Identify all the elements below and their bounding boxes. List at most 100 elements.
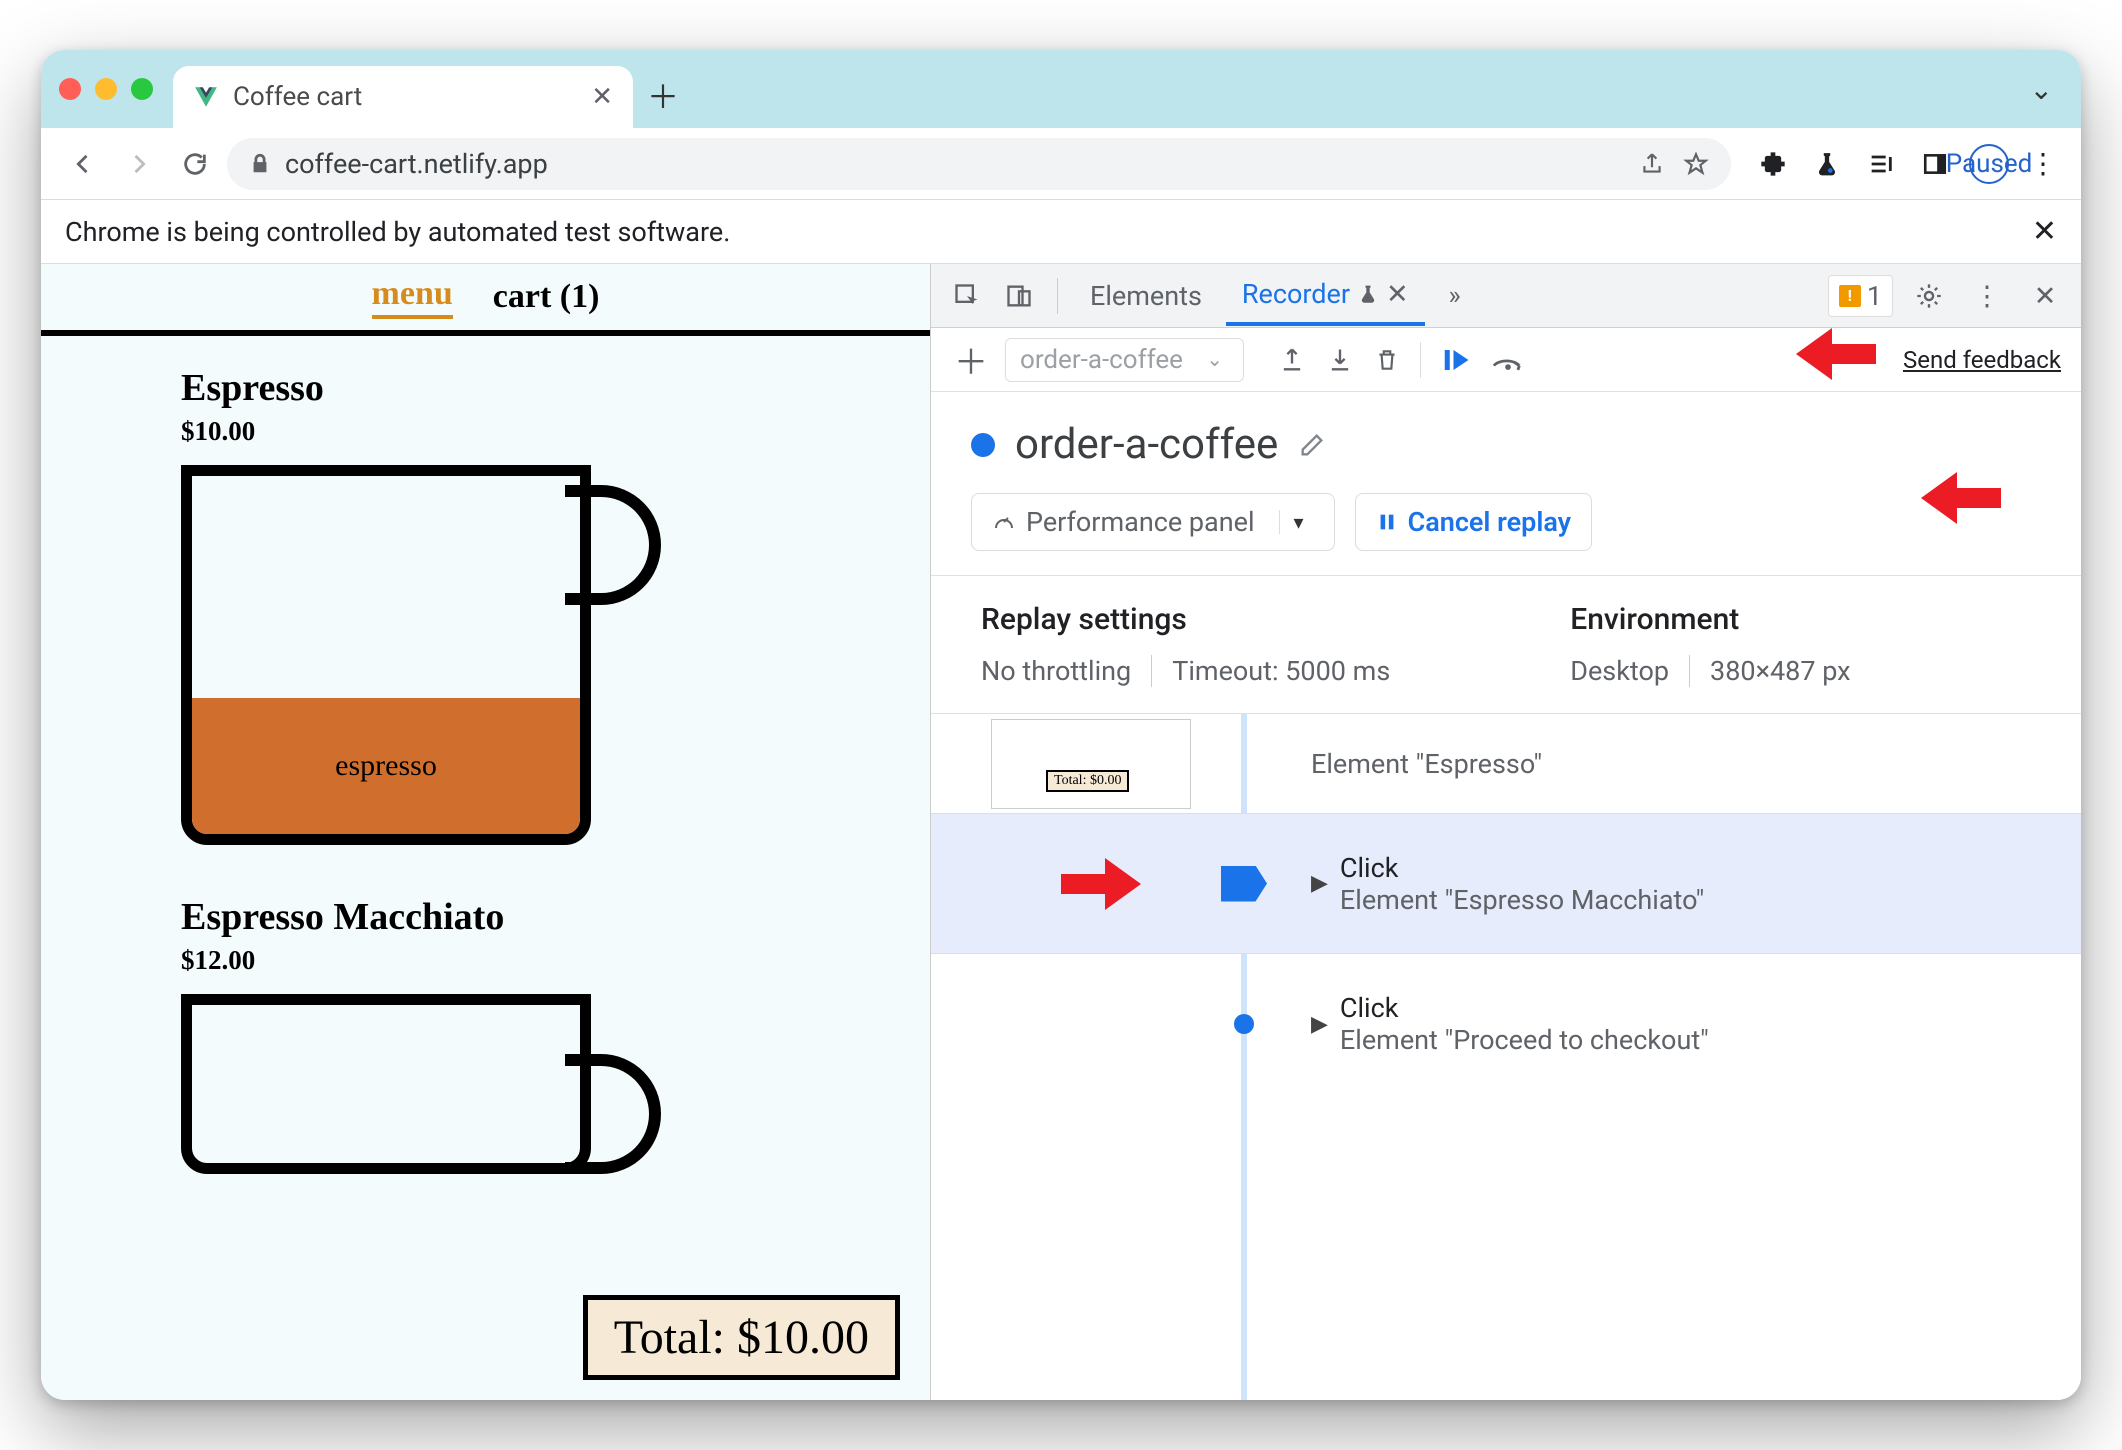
device-toggle-icon[interactable] bbox=[997, 274, 1041, 318]
close-panel-icon[interactable]: ✕ bbox=[1386, 278, 1409, 310]
product-price: $10.00 bbox=[181, 416, 930, 447]
export-icon[interactable] bbox=[1278, 346, 1306, 374]
toolbar-icons: Paused ⋮ bbox=[1753, 144, 2063, 184]
kebab-menu-icon[interactable]: ⋮ bbox=[1965, 274, 2009, 318]
share-icon[interactable] bbox=[1639, 151, 1665, 177]
coffee-cup-icon[interactable]: espresso bbox=[181, 465, 611, 855]
reading-list-icon[interactable] bbox=[1861, 144, 1901, 184]
step-row[interactable]: ▶ Click Element "Espresso Macchiato" bbox=[931, 814, 2081, 954]
delete-icon[interactable] bbox=[1374, 346, 1400, 374]
product-price: $12.00 bbox=[181, 945, 930, 976]
tab-title: Coffee cart bbox=[233, 82, 577, 112]
expand-icon[interactable]: ▶ bbox=[1311, 871, 1328, 896]
viewport-value[interactable]: 380×487 px bbox=[1710, 655, 1851, 687]
extensions-icon[interactable] bbox=[1753, 144, 1793, 184]
settings-gear-icon[interactable] bbox=[1907, 274, 1951, 318]
traffic-lights bbox=[59, 78, 153, 100]
omnibox[interactable]: coffee-cart.netlify.app bbox=[227, 138, 1731, 190]
recording-indicator-icon bbox=[971, 433, 995, 457]
url-text: coffee-cart.netlify.app bbox=[285, 148, 548, 180]
expand-icon[interactable]: ▶ bbox=[1311, 1012, 1328, 1037]
lock-icon bbox=[249, 153, 271, 175]
recorder-toolbar: ＋ order-a-coffee ⌄ Send feedback bbox=[931, 328, 2081, 392]
inspect-icon[interactable] bbox=[945, 274, 989, 318]
paused-label: Paused bbox=[1946, 149, 2033, 179]
product-item: Espresso $10.00 espresso bbox=[41, 336, 930, 855]
chevron-down-icon: ⌄ bbox=[1206, 347, 1223, 371]
send-feedback-link[interactable]: Send feedback bbox=[1903, 346, 2061, 374]
step-marker-icon bbox=[1234, 1014, 1254, 1034]
address-bar: coffee-cart.netlify.app Paused ⋮ bbox=[41, 128, 2081, 200]
annotation-arrow-icon bbox=[1061, 852, 1141, 916]
step-row[interactable]: Total: $0.00 Element "Espresso" bbox=[931, 714, 2081, 814]
issues-count: 1 bbox=[1867, 280, 1882, 312]
annotation-arrow-icon bbox=[1796, 322, 1876, 386]
recording-header: order-a-coffee Performance panel ▾ Cance… bbox=[931, 392, 2081, 576]
recorder-steps: Total: $0.00 Element "Espresso" ▶ Click … bbox=[931, 714, 2081, 1400]
nav-menu[interactable]: menu bbox=[372, 275, 453, 319]
chevron-down-icon: ▾ bbox=[1279, 510, 1304, 534]
tabs-chevron-icon[interactable]: ⌄ bbox=[2030, 73, 2053, 106]
total-box[interactable]: Total: $10.00 bbox=[583, 1295, 900, 1380]
automation-banner-text: Chrome is being controlled by automated … bbox=[65, 216, 730, 248]
import-icon[interactable] bbox=[1326, 346, 1354, 374]
minimize-window-icon[interactable] bbox=[95, 78, 117, 100]
step-over-icon[interactable] bbox=[1491, 346, 1525, 374]
recording-title: order-a-coffee bbox=[1015, 420, 1278, 469]
performance-panel-button[interactable]: Performance panel ▾ bbox=[971, 493, 1335, 551]
step-action: Click bbox=[1340, 992, 1709, 1024]
step-target: Element "Espresso" bbox=[1311, 748, 1542, 780]
bookmark-star-icon[interactable] bbox=[1683, 151, 1709, 177]
step-row[interactable]: ▶ Click Element "Proceed to checkout" bbox=[931, 954, 2081, 1094]
chrome-menu-icon[interactable]: ⋮ bbox=[2023, 144, 2063, 184]
automation-banner: Chrome is being controlled by automated … bbox=[41, 200, 2081, 264]
close-window-icon[interactable] bbox=[59, 78, 81, 100]
environment-heading: Environment bbox=[1570, 602, 1850, 637]
step-target: Element "Espresso Macchiato" bbox=[1340, 884, 1704, 916]
gauge-icon bbox=[992, 510, 1016, 534]
pause-icon bbox=[1376, 511, 1398, 533]
page-content: menu cart (1) Espresso $10.00 espresso E… bbox=[41, 264, 931, 1400]
edit-name-icon[interactable] bbox=[1298, 431, 1326, 459]
warning-icon: ! bbox=[1839, 285, 1861, 307]
forward-button[interactable] bbox=[115, 140, 163, 188]
tab-recorder[interactable]: Recorder ✕ bbox=[1226, 266, 1425, 326]
recording-selector[interactable]: order-a-coffee ⌄ bbox=[1005, 338, 1244, 382]
close-tab-icon[interactable]: ✕ bbox=[591, 82, 613, 112]
step-action: Click bbox=[1340, 852, 1704, 884]
window-titlebar: Coffee cart ✕ ＋ ⌄ bbox=[41, 50, 2081, 128]
devtools-tabs: Elements Recorder ✕ » ! 1 ⋮ ✕ bbox=[931, 264, 2081, 328]
device-value[interactable]: Desktop bbox=[1570, 655, 1669, 687]
step-preview-total: Total: $0.00 bbox=[1046, 770, 1129, 792]
current-step-marker-icon bbox=[1221, 866, 1267, 902]
product-name: Espresso bbox=[181, 366, 930, 410]
coffee-cup-icon[interactable] bbox=[181, 994, 611, 1384]
vue-favicon-icon bbox=[193, 84, 219, 110]
throttling-value[interactable]: No throttling bbox=[981, 655, 1131, 687]
profile-paused-chip[interactable]: Paused bbox=[1969, 144, 2009, 184]
step-preview bbox=[991, 719, 1191, 809]
new-recording-button[interactable]: ＋ bbox=[951, 335, 991, 384]
devtools-panel: Elements Recorder ✕ » ! 1 ⋮ ✕ bbox=[931, 264, 2081, 1400]
reload-button[interactable] bbox=[171, 140, 219, 188]
page-nav: menu cart (1) bbox=[41, 264, 930, 336]
step-target: Element "Proceed to checkout" bbox=[1340, 1024, 1709, 1056]
flask-icon bbox=[1358, 284, 1378, 304]
replay-button[interactable] bbox=[1441, 345, 1471, 375]
cancel-replay-button[interactable]: Cancel replay bbox=[1355, 493, 1592, 551]
more-tabs-icon[interactable]: » bbox=[1433, 274, 1477, 318]
nav-cart[interactable]: cart (1) bbox=[493, 278, 600, 316]
product-name: Espresso Macchiato bbox=[181, 895, 930, 939]
flask-icon[interactable] bbox=[1807, 144, 1847, 184]
close-banner-icon[interactable]: ✕ bbox=[2032, 214, 2057, 249]
browser-tab[interactable]: Coffee cart ✕ bbox=[173, 66, 633, 128]
close-devtools-icon[interactable]: ✕ bbox=[2023, 274, 2067, 318]
new-tab-button[interactable]: ＋ bbox=[643, 75, 683, 115]
recorder-settings: Replay settings No throttling Timeout: 5… bbox=[931, 576, 2081, 714]
back-button[interactable] bbox=[59, 140, 107, 188]
replay-settings-heading: Replay settings bbox=[981, 602, 1390, 637]
issues-badge[interactable]: ! 1 bbox=[1828, 275, 1893, 317]
timeout-value[interactable]: Timeout: 5000 ms bbox=[1172, 655, 1390, 687]
tab-elements[interactable]: Elements bbox=[1074, 268, 1218, 324]
maximize-window-icon[interactable] bbox=[131, 78, 153, 100]
